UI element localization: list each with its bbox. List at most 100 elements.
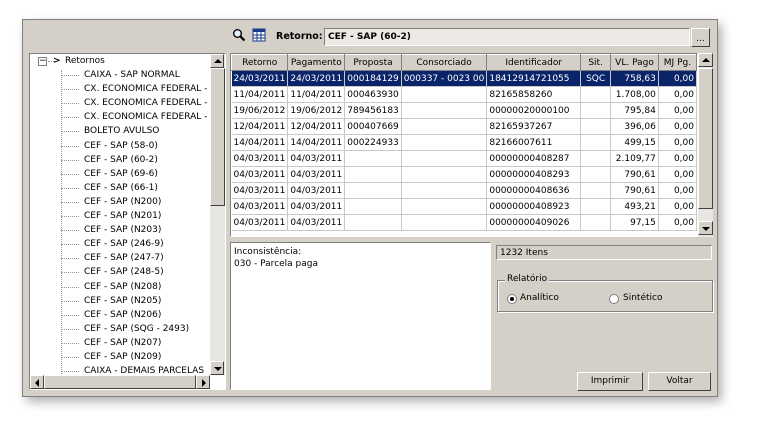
tree-item[interactable]: CEF - SAP (N203) (30, 223, 210, 237)
grid-scroll-thumb[interactable] (698, 68, 713, 209)
table-cell: 789456183 (344, 102, 402, 119)
tree-item[interactable]: CEF - SAP (N206) (30, 308, 210, 322)
table-cell: 0,00 (658, 150, 697, 167)
radio-analitico[interactable] (507, 294, 517, 304)
tree-item[interactable]: CEF - SAP (N200) (30, 195, 210, 209)
column-header[interactable]: Retorno (231, 54, 289, 71)
table-row[interactable]: 04/03/2011 04/03/2011 00000000408636 790,61… (231, 182, 697, 199)
grid-vertical-scrollbar[interactable] (698, 53, 713, 237)
column-header[interactable]: Identificador (486, 54, 582, 71)
tree-item-label[interactable]: CX. ECONOMICA FEDERAL - F (84, 96, 210, 110)
table-row[interactable]: 04/03/2011 04/03/2011 00000000408293 790,61… (231, 166, 697, 183)
magnifier-icon[interactable] (232, 28, 246, 42)
tree-item-label[interactable]: CEF - SAP (69-6) (84, 167, 158, 181)
table-cell: 04/03/2011 (287, 166, 346, 183)
radio-sintetico[interactable] (609, 294, 619, 304)
grid-icon[interactable] (252, 28, 266, 42)
tree-item-label[interactable]: CEF - SAP (60-2) (84, 153, 158, 167)
table-row[interactable]: 11/04/2011 11/04/2011 000463930 82165858260… (231, 86, 697, 103)
tree-item-label[interactable]: BOLETO AVULSO (84, 124, 159, 138)
tree-scroll-down-button[interactable] (210, 361, 224, 375)
tree-item[interactable]: CEF - SAP (60-2) (30, 153, 210, 167)
browse-button[interactable]: ... (691, 28, 710, 47)
tree-item-label[interactable]: CEF - SAP (58-0) (84, 139, 158, 153)
radio-analitico-label[interactable]: Analítico (520, 293, 559, 303)
print-button[interactable]: Imprimir (577, 372, 643, 391)
tree-scroll-left-button[interactable] (30, 375, 44, 389)
table-row[interactable]: 14/04/2011 14/04/2011 000224933 82166007611… (231, 134, 697, 151)
tree-hscroll-thumb[interactable] (44, 375, 196, 389)
tree-scroll-up-button[interactable] (210, 54, 224, 68)
column-header[interactable]: Proposta (344, 54, 402, 71)
tree-item[interactable]: CX. ECONOMICA FEDERAL - F (30, 96, 210, 110)
tree-item-label[interactable]: CAIXA - SAP NORMAL (84, 68, 180, 82)
tree-item-label[interactable]: CEF - SAP (N206) (84, 308, 161, 322)
column-header[interactable]: VL. Pago (610, 54, 659, 71)
retorno-field[interactable]: CEF - SAP (60-2) (324, 28, 690, 46)
collapse-toggle[interactable]: − (38, 57, 47, 66)
tree-item[interactable]: CX. ECONOMICA FEDERAL - F (30, 82, 210, 96)
grid-scroll-up-button[interactable] (698, 53, 713, 67)
table-cell: SQC (580, 70, 612, 87)
column-header[interactable]: Pagamento (287, 54, 346, 71)
table-cell (580, 182, 612, 199)
tree-item-label[interactable]: CEF - SAP (N207) (84, 336, 161, 350)
tree-root-label[interactable]: Retornos (65, 54, 105, 68)
tree-item[interactable]: CEF - SAP (247-7) (30, 251, 210, 265)
back-button[interactable]: Voltar (648, 372, 711, 391)
tree-item-label[interactable]: CEF - SAP (N208) (84, 280, 161, 294)
tree-item-label[interactable]: CX. ECONOMICA FEDERAL - F (84, 110, 210, 124)
table-cell: 97,15 (610, 214, 659, 231)
tree-item-label[interactable]: CEF - SAP (N203) (84, 223, 161, 237)
tree-item-label[interactable]: CEF - SAP (246-9) (84, 237, 164, 251)
tree-item[interactable]: CEF - SAP (248-5) (30, 265, 210, 279)
table-row[interactable]: 04/03/2011 04/03/2011 00000000408287 2.109,… (231, 150, 697, 167)
table-row[interactable]: 12/04/2011 12/04/2011 000407669 82165937267… (231, 118, 697, 135)
table-cell: 000224933 (344, 134, 402, 151)
tree-arrow-icon: > (53, 56, 61, 66)
tree-scroll-right-button[interactable] (196, 375, 210, 389)
tree-item[interactable]: CEF - SAP (246-9) (30, 237, 210, 251)
tree-item[interactable]: CX. ECONOMICA FEDERAL - F (30, 110, 210, 124)
tree-item[interactable]: CEF - SAP (66-1) (30, 181, 210, 195)
tree-vertical-scrollbar[interactable] (210, 54, 225, 375)
arrow-up-icon (702, 58, 710, 62)
tree-item-label[interactable]: CEF - SAP (N201) (84, 209, 161, 223)
tree-item[interactable]: CEF - SAP (SQG - 2493) (30, 322, 210, 336)
tree-connector (61, 314, 79, 316)
tree-item[interactable]: BOLETO AVULSO (30, 124, 210, 138)
tree-item-label[interactable]: CX. ECONOMICA FEDERAL - F (84, 82, 210, 96)
tree-item-label[interactable]: CEF - SAP (N209) (84, 350, 161, 364)
table-row[interactable]: 24/03/2011 24/03/2011 000184129 000337 - 00… (231, 70, 697, 87)
table-row[interactable]: 19/06/2012 19/06/2012 789456183 00000020000… (231, 102, 697, 119)
tree-item[interactable]: CEF - SAP (N205) (30, 294, 210, 308)
table-row[interactable]: 04/03/2011 04/03/2011 00000000408923 493,21… (231, 198, 697, 215)
tree-item-label[interactable]: CEF - SAP (247-7) (84, 251, 164, 265)
tree-item[interactable]: CAIXA - SAP NORMAL (30, 68, 210, 82)
column-header[interactable]: Consorciado (400, 54, 488, 71)
table-cell: 12/04/2011 (287, 118, 346, 135)
column-header[interactable]: MJ Pg. (657, 54, 697, 71)
tree-item[interactable]: CEF - SAP (N208) (30, 280, 210, 294)
tree-item-label[interactable]: CEF - SAP (N205) (84, 294, 161, 308)
table-cell: 00000020000100 (486, 102, 582, 119)
table-cell (580, 166, 612, 183)
tree-item[interactable]: CEF - SAP (N201) (30, 209, 210, 223)
tree-item-label[interactable]: CEF - SAP (248-5) (84, 265, 164, 279)
table-cell (580, 150, 612, 167)
tree-item[interactable]: CEF - SAP (N207) (30, 336, 210, 350)
radio-sintetico-label[interactable]: Sintético (623, 293, 662, 303)
table-row[interactable]: 04/03/2011 04/03/2011 00000000409026 97,15 0… (231, 214, 697, 231)
column-header[interactable]: Sit. (580, 54, 612, 71)
tree-item[interactable]: CEF - SAP (58-0) (30, 139, 210, 153)
tree-horizontal-scrollbar[interactable] (30, 375, 210, 389)
tree-item[interactable]: CEF - SAP (N209) (30, 350, 210, 364)
tree-item[interactable]: CEF - SAP (69-6) (30, 167, 210, 181)
tree-connector (61, 201, 79, 203)
tree-item-label[interactable]: CEF - SAP (N200) (84, 195, 161, 209)
retorno-table: Retorno Pagamento Proposta Consorciado Ident… (231, 54, 697, 231)
grid-scroll-down-button[interactable] (698, 221, 713, 235)
tree-item-label[interactable]: CEF - SAP (66-1) (84, 181, 158, 195)
tree-scroll-thumb[interactable] (210, 68, 225, 206)
tree-item-label[interactable]: CEF - SAP (SQG - 2493) (84, 322, 189, 336)
